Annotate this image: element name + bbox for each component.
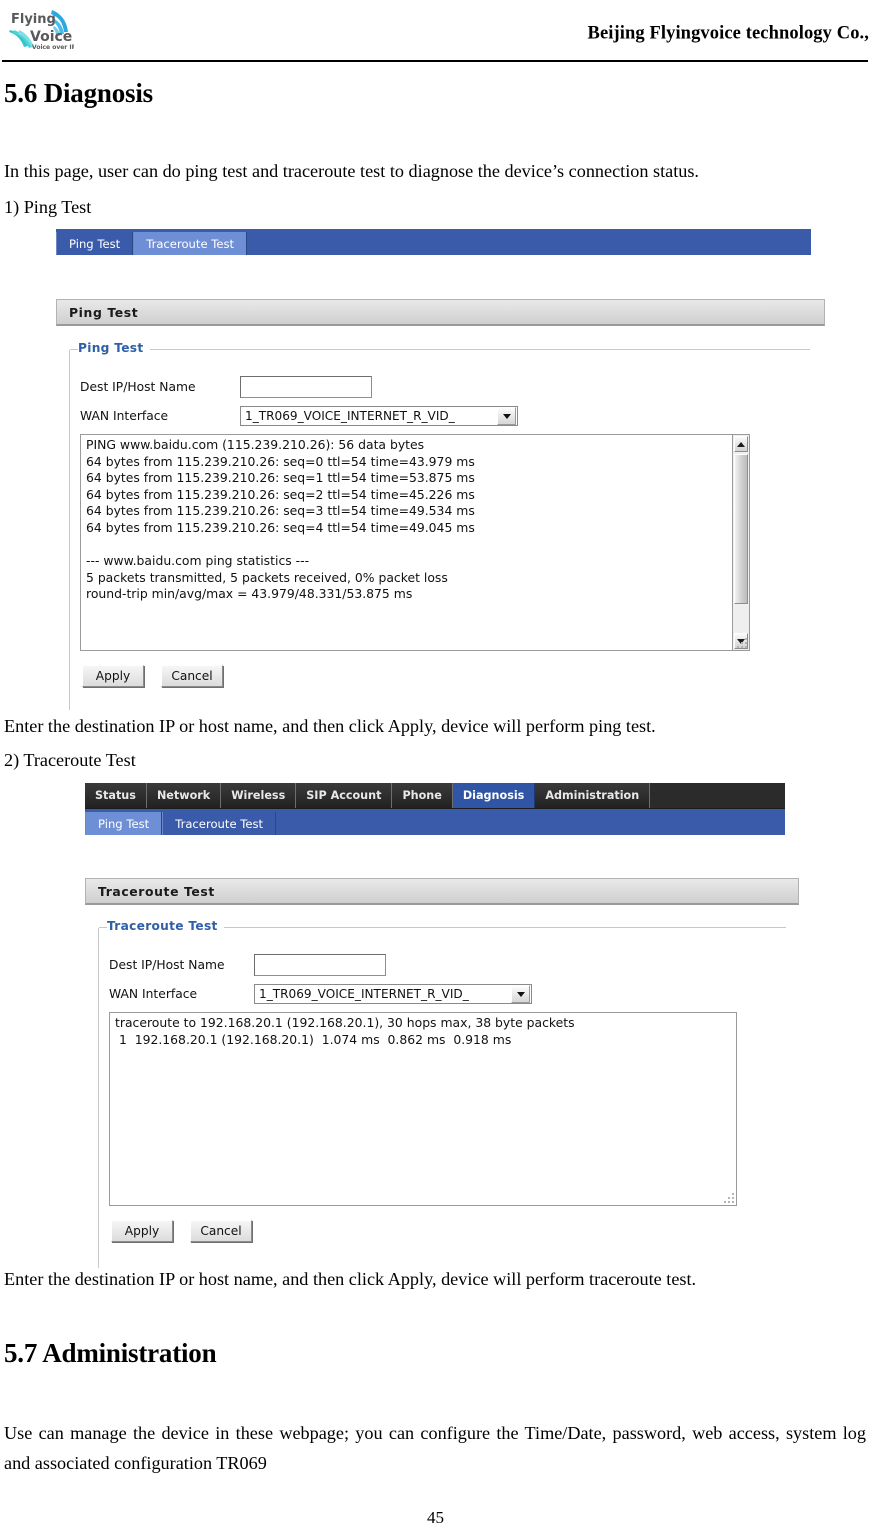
form-row-wan-interface: WAN Interface 1_TR069_VOICE_INTERNET_R_V… — [109, 984, 532, 1004]
ping-output-text: PING www.baidu.com (115.239.210.26): 56 … — [86, 437, 475, 602]
screenshot-traceroute-test: Status Network Wireless SIP Account Phon… — [85, 783, 799, 1268]
cancel-button[interactable]: Cancel — [190, 1220, 252, 1242]
ping-button-row: Apply Cancel — [82, 665, 223, 687]
svg-text:Flying: Flying — [11, 12, 56, 27]
nav-item-phone[interactable]: Phone — [392, 783, 453, 808]
fieldset-legend-ping-test: Ping Test — [78, 341, 150, 355]
panel-title-traceroute-test: Traceroute Test — [85, 878, 799, 905]
ping-output-scrollbar[interactable] — [732, 435, 749, 650]
caption-traceroute-test: Enter the destination IP or host name, a… — [4, 1269, 697, 1289]
panel-title-ping-test: Ping Test — [56, 299, 825, 326]
traceroute-output-console[interactable]: traceroute to 192.168.20.1 (192.168.20.1… — [109, 1012, 737, 1206]
label-wan-interface: WAN Interface — [80, 409, 169, 423]
apply-button[interactable]: Apply — [82, 665, 144, 687]
chevron-down-icon[interactable] — [497, 407, 516, 425]
form-row-dest-ip: Dest IP/Host Name — [80, 376, 372, 398]
caption-ping-test: Enter the destination IP or host name, a… — [4, 716, 656, 736]
nav-item-network[interactable]: Network — [146, 783, 222, 808]
ping-output-console[interactable]: PING www.baidu.com (115.239.210.26): 56 … — [80, 434, 750, 651]
input-dest-ip-host-name[interactable] — [254, 954, 386, 976]
page-header: Flying Voice Voice over IP Beijing Flyin… — [0, 0, 871, 62]
select-wan-interface[interactable]: 1_TR069_VOICE_INTERNET_R_VID_ — [254, 984, 532, 1004]
form-row-dest-ip: Dest IP/Host Name — [109, 954, 386, 976]
header-divider — [2, 60, 868, 62]
list-item-traceroute-test: 2) Traceroute Test — [4, 750, 136, 770]
nav-item-status[interactable]: Status — [85, 783, 147, 808]
fieldset-top-border — [70, 349, 810, 350]
nav-item-sip-account[interactable]: SIP Account — [296, 783, 393, 808]
nav-item-wireless[interactable]: Wireless — [221, 783, 297, 808]
section-heading-administration: 5.7 Administration — [4, 1338, 217, 1368]
scrollbar-thumb[interactable] — [734, 454, 748, 604]
resize-grip-icon[interactable] — [722, 1191, 734, 1203]
section-heading-diagnosis: 5.6 Diagnosis — [4, 78, 153, 108]
scroll-up-icon[interactable] — [734, 436, 748, 452]
header-company-name: Beijing Flyingvoice technology Co., — [587, 23, 869, 44]
list-item-ping-test: 1) Ping Test — [4, 197, 92, 217]
select-wan-interface-value: 1_TR069_VOICE_INTERNET_R_VID_ — [245, 409, 455, 423]
main-nav: Status Network Wireless SIP Account Phon… — [85, 783, 785, 809]
select-wan-interface-value: 1_TR069_VOICE_INTERNET_R_VID_ — [259, 987, 469, 1001]
nav-item-administration[interactable]: Administration — [535, 783, 651, 808]
subnav-item-ping-test[interactable]: Ping Test — [56, 232, 134, 255]
svg-text:Voice: Voice — [30, 29, 72, 45]
form-row-wan-interface: WAN Interface 1_TR069_VOICE_INTERNET_R_V… — [80, 406, 518, 426]
fieldset-legend-traceroute-test: Traceroute Test — [107, 919, 224, 933]
apply-button[interactable]: Apply — [111, 1220, 173, 1242]
flyingvoice-logo: Flying Voice Voice over IP — [8, 6, 74, 56]
nav-item-diagnosis[interactable]: Diagnosis — [452, 783, 536, 808]
administration-paragraph: Use can manage the device in these webpa… — [4, 1423, 866, 1473]
svg-text:Voice over IP: Voice over IP — [32, 44, 74, 51]
screenshot-ping-test: Ping Test Traceroute Test Ping Test Ping… — [56, 229, 825, 710]
label-wan-interface: WAN Interface — [109, 987, 198, 1001]
input-dest-ip-host-name[interactable] — [240, 376, 372, 398]
subnav-item-ping-test[interactable]: Ping Test — [85, 812, 163, 835]
label-dest-ip-host-name: Dest IP/Host Name — [109, 958, 225, 972]
label-dest-ip-host-name: Dest IP/Host Name — [80, 380, 196, 394]
cancel-button[interactable]: Cancel — [161, 665, 223, 687]
ping-subnav: Ping Test Traceroute Test — [56, 229, 811, 255]
page-number: 45 — [427, 1508, 444, 1527]
traceroute-subnav: Ping Test Traceroute Test — [85, 809, 785, 835]
subnav-item-traceroute-test[interactable]: Traceroute Test — [133, 232, 248, 255]
resize-grip-icon[interactable] — [735, 636, 747, 648]
subnav-item-traceroute-test[interactable]: Traceroute Test — [162, 812, 277, 835]
intro-paragraph: In this page, user can do ping test and … — [4, 161, 699, 181]
traceroute-test-fieldset: Traceroute Test Dest IP/Host Name WAN In… — [98, 919, 786, 1268]
traceroute-output-text: traceroute to 192.168.20.1 (192.168.20.1… — [115, 1015, 575, 1047]
select-wan-interface[interactable]: 1_TR069_VOICE_INTERNET_R_VID_ — [240, 406, 518, 426]
ping-test-fieldset: Ping Test Dest IP/Host Name WAN Interfac… — [69, 341, 810, 710]
chevron-down-icon[interactable] — [511, 985, 530, 1003]
traceroute-button-row: Apply Cancel — [111, 1220, 252, 1242]
